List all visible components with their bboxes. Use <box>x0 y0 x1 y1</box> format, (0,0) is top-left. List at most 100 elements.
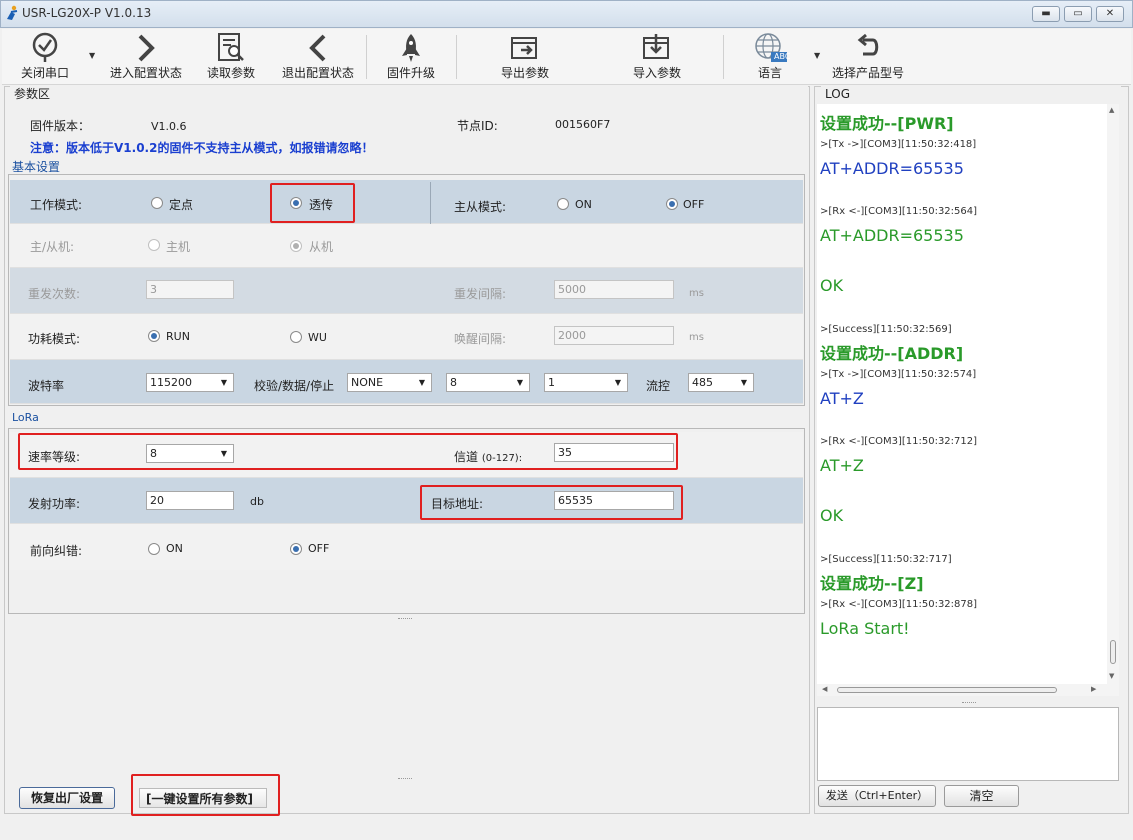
select-model-button[interactable]: 选择产品型号 <box>828 29 908 85</box>
maximize-button[interactable]: ▭ <box>1064 6 1092 22</box>
chevron-down-icon[interactable]: ▼ <box>814 51 820 60</box>
exit-config-label: 退出配置状态 <box>281 66 354 80</box>
log-output: 设置成功--[PWR] >[Tx ->][COM3][11:50:32:418] A… <box>817 104 1119 684</box>
select-model-label: 选择产品型号 <box>831 66 904 80</box>
role-slave-radio[interactable] <box>290 240 302 252</box>
work-mode-fixed-radio[interactable] <box>151 197 163 209</box>
firmware-notice: 注意：版本低于V1.0.2的固件不支持主从模式，如报错请忽略！ <box>30 141 374 155</box>
retry-count-input[interactable]: 3 <box>146 280 234 299</box>
role-row <box>10 224 803 268</box>
node-id-value: 001560F7 <box>555 118 611 131</box>
lora-section-title: LoRa <box>12 411 39 424</box>
log-entry: LoRa Start! <box>820 619 910 638</box>
enter-config-label: 进入配置状态 <box>109 66 182 80</box>
wake-interval-input[interactable]: 2000 <box>554 326 674 345</box>
scroll-up-icon[interactable]: ▲ <box>1109 106 1114 114</box>
log-entry: AT+Z <box>820 389 864 408</box>
retry-row <box>10 268 803 314</box>
scroll-left-icon[interactable]: ◀ <box>822 685 827 693</box>
toolbar-separator <box>456 35 457 79</box>
stop-bits-value: 1 <box>548 376 555 389</box>
export-icon <box>509 32 541 67</box>
toolbar-separator <box>723 35 724 79</box>
language-button[interactable]: ABC 语言 <box>744 29 796 85</box>
log-entry: >[Tx ->][COM3][11:50:32:418] <box>820 139 977 150</box>
h-scroll-thumb[interactable] <box>837 687 1057 693</box>
work-mode-label: 工作模式: <box>30 198 83 212</box>
master-mode-off-radio[interactable] <box>666 198 678 210</box>
send-input[interactable] <box>817 707 1119 781</box>
minimize-button[interactable]: ▬ <box>1032 6 1060 22</box>
wake-interval-label: 唤醒间隔: <box>454 332 507 346</box>
highlight-box <box>131 774 280 816</box>
stop-bits-select[interactable]: 1 ▼ <box>544 373 628 392</box>
chevron-down-icon[interactable]: ▼ <box>89 51 95 60</box>
fec-on-radio[interactable] <box>148 543 160 555</box>
chevron-left-icon <box>306 32 330 67</box>
log-entry: OK <box>820 506 844 525</box>
firmware-upgrade-button[interactable]: 固件升级 <box>380 29 442 85</box>
flow-control-value: 485 <box>692 376 713 389</box>
log-horizontal-scrollbar[interactable]: ◀ ▶ <box>817 684 1119 696</box>
retry-interval-label: 重发间隔: <box>454 287 507 301</box>
log-entry: >[Success][11:50:32:717] <box>820 554 952 565</box>
baud-rate-select[interactable]: 115200 ▼ <box>146 373 234 392</box>
power-wu-radio[interactable] <box>290 331 302 343</box>
close-port-button[interactable]: 关闭串口 <box>8 29 82 85</box>
log-panel-title: LOG <box>821 86 1121 104</box>
send-button[interactable]: 发送（Ctrl+Enter） <box>818 785 936 807</box>
export-params-button[interactable]: 导出参数 <box>494 29 556 85</box>
master-mode-on-radio[interactable] <box>557 198 569 210</box>
fec-row <box>10 524 803 570</box>
node-id-label: 节点ID: <box>457 119 498 133</box>
scroll-right-icon[interactable]: ▶ <box>1091 685 1096 693</box>
role-slave-label: 从机 <box>309 240 334 254</box>
restore-factory-button[interactable]: 恢复出厂设置 <box>19 787 115 809</box>
language-badge: ABC <box>774 52 791 61</box>
read-params-button[interactable]: 读取参数 <box>200 29 262 85</box>
role-master-radio[interactable] <box>148 239 160 251</box>
toolbar-separator <box>366 35 367 79</box>
highlight-box <box>420 485 683 520</box>
splitter-grip[interactable] <box>962 702 976 704</box>
import-params-label: 导入参数 <box>632 66 681 80</box>
role-master-label: 主机 <box>166 240 191 254</box>
log-entry: >[Success][11:50:32:569] <box>820 324 952 335</box>
close-port-label: 关闭串口 <box>20 66 69 80</box>
splitter-grip[interactable] <box>398 778 412 780</box>
enter-config-button[interactable]: 进入配置状态 <box>104 29 188 85</box>
splitter-grip[interactable] <box>398 618 412 620</box>
log-vertical-scrollbar[interactable]: ▲ ▼ <box>1107 104 1119 684</box>
exit-config-button[interactable]: 退出配置状态 <box>278 29 358 85</box>
highlight-box <box>270 183 355 223</box>
master-mode-off-label: OFF <box>683 198 705 211</box>
parity-label: 校验/数据/停止 <box>254 379 335 393</box>
rocket-icon <box>399 32 423 67</box>
log-entry: 设置成功--[Z] <box>820 574 924 593</box>
clear-button[interactable]: 清空 <box>944 785 1019 807</box>
retry-interval-unit: ms <box>689 288 704 299</box>
flow-control-select[interactable]: 485 ▼ <box>688 373 754 392</box>
chevron-down-icon: ▼ <box>740 378 747 387</box>
log-entry: >[Tx ->][COM3][11:50:32:574] <box>820 369 977 380</box>
app-title: USR-LG20X-P V1.0.13 <box>22 6 152 20</box>
firmware-upgrade-label: 固件升级 <box>386 66 435 80</box>
close-window-button[interactable]: ✕ <box>1096 6 1124 22</box>
app-logo-icon <box>5 5 19 21</box>
power-wu-label: WU <box>308 331 327 344</box>
role-label: 主/从机: <box>30 240 75 254</box>
log-entry: AT+ADDR=65535 <box>820 159 964 178</box>
retry-interval-input[interactable]: 5000 <box>554 280 674 299</box>
parity-select[interactable]: NONE ▼ <box>347 373 432 392</box>
log-entry: >[Rx <-][COM3][11:50:32:878] <box>820 599 978 610</box>
data-bits-select[interactable]: 8 ▼ <box>446 373 530 392</box>
import-params-button[interactable]: 导入参数 <box>626 29 688 85</box>
globe-icon <box>753 32 787 67</box>
log-entry: OK <box>820 276 844 295</box>
power-run-radio[interactable] <box>148 330 160 342</box>
tx-power-input[interactable]: 20 <box>146 491 234 510</box>
scroll-down-icon[interactable]: ▼ <box>1109 672 1114 680</box>
power-mode-label: 功耗模式: <box>28 332 81 346</box>
scroll-thumb[interactable] <box>1110 640 1116 664</box>
fec-off-radio[interactable] <box>290 543 302 555</box>
